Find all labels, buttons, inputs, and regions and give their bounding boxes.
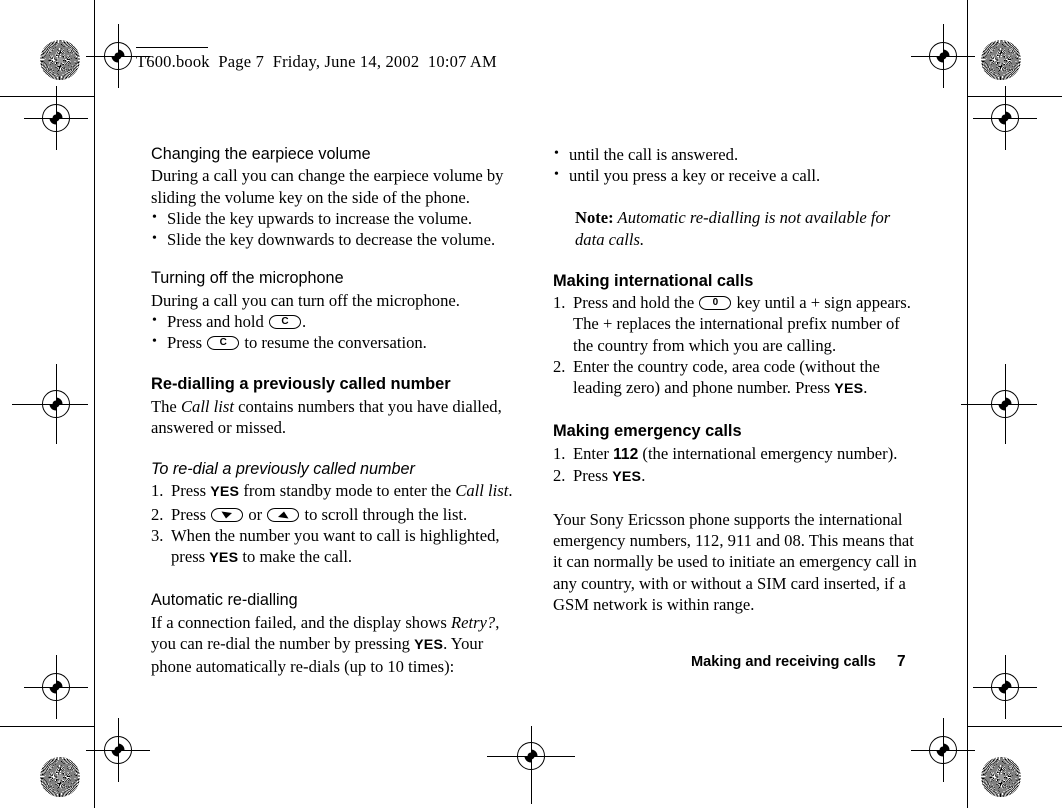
text-fragment: to resume the conversation. — [240, 333, 427, 353]
list-item: until the call is answered. — [553, 143, 917, 165]
list-item: Press C to resume the conversation. — [151, 331, 515, 353]
paragraph-earpiece-volume: During a call you can change the earpiec… — [151, 166, 504, 207]
emphasis-call-list: Call list — [455, 481, 509, 501]
text-fragment: from standby mode to enter the — [239, 481, 456, 501]
heading-re-dialling: Re-dialling a previously called number — [151, 375, 451, 394]
text-fragment: . — [863, 378, 868, 398]
subheading-to-re-dial: To re-dial a previously called number — [151, 460, 415, 479]
yes-key-label: YES — [414, 636, 444, 653]
zero-key-icon: 0 — [699, 296, 732, 311]
list-item: Enter 112 (the international emergency n… — [553, 443, 917, 465]
note-block: Note: Automatic re-dialling is not avail… — [553, 207, 917, 249]
note-label: Note: — [575, 208, 614, 228]
paragraph-automatic-re-dialling: If a connection failed, and the display … — [151, 612, 515, 678]
yes-key-label: YES — [210, 484, 240, 501]
numbered-list-re-dial: Press YES from standby mode to enter the… — [151, 480, 515, 569]
text-fragment: Press and hold the — [573, 293, 699, 313]
bullet-list-continued: until the call is answered. until you pr… — [553, 143, 917, 186]
text-fragment: . — [641, 465, 646, 485]
down-arrow-key-icon — [211, 507, 244, 522]
emphasis-retry: Retry? — [450, 612, 496, 632]
clear-key-icon: C — [207, 336, 240, 351]
bullet-list-earpiece: Slide the key upwards to increase the vo… — [151, 207, 515, 250]
right-column: until the call is answered. until you pr… — [553, 143, 917, 615]
heading-earpiece-volume: Changing the earpiece volume — [151, 145, 371, 163]
heading-international-calls: Making international calls — [553, 271, 754, 290]
text-fragment: Press — [167, 333, 207, 353]
list-item: When the number you want to call is high… — [151, 525, 515, 569]
text-fragment: . — [508, 481, 513, 501]
note-text: Automatic re-dialling is not available f… — [575, 208, 891, 249]
list-item: Slide the key upwards to increase the vo… — [151, 207, 515, 229]
emergency-number: 112 — [613, 445, 639, 463]
list-item: Slide the key downwards to decrease the … — [151, 228, 515, 250]
footer-section-title: Making and receiving calls — [691, 654, 876, 670]
text-fragment: Press — [171, 504, 211, 524]
list-item: Press YES from standby mode to enter the… — [151, 480, 515, 503]
heading-emergency-calls: Making emergency calls — [553, 422, 742, 441]
left-column: Changing the earpiece volume During a ca… — [151, 144, 515, 677]
text-fragment: to scroll through the list. — [300, 504, 468, 524]
text-fragment: to make the call. — [238, 547, 353, 567]
clear-key-icon: C — [268, 314, 301, 329]
bullet-list-microphone: Press and hold C. Press C to resume the … — [151, 310, 515, 353]
text-fragment: . — [301, 311, 307, 331]
up-arrow-key-icon — [267, 507, 300, 522]
text-fragment: The — [151, 396, 181, 416]
heading-turning-off-microphone: Turning off the microphone — [151, 269, 344, 288]
paragraph-call-list: The Call list contains numbers that you … — [151, 396, 515, 438]
list-item: Enter the country code, area code (witho… — [553, 356, 917, 400]
list-item: Press and hold C. — [151, 310, 515, 332]
list-item: until you press a key or receive a call. — [553, 164, 917, 186]
page-number: 7 — [897, 653, 906, 670]
text-fragment: Enter — [573, 443, 614, 463]
paragraph-microphone: During a call you can turn off the micro… — [151, 290, 460, 310]
text-fragment: Press — [171, 481, 211, 501]
emphasis-call-list: Call list — [180, 396, 234, 416]
text-fragment: Press and hold — [167, 311, 268, 331]
text-fragment: Press — [573, 465, 613, 485]
yes-key-label: YES — [209, 550, 239, 567]
numbered-list-international: Press and hold the 0 key until a + sign … — [553, 292, 917, 400]
heading-automatic-re-dialling: Automatic re-dialling — [151, 591, 298, 610]
yes-key-label: YES — [612, 468, 642, 485]
list-item: Press or to scroll through the list. — [151, 504, 515, 525]
yes-key-label: YES — [834, 381, 864, 398]
list-item: Press YES. — [553, 465, 917, 488]
text-fragment: (the international emergency number). — [638, 443, 898, 463]
text-fragment: or — [244, 504, 267, 524]
page-body: Changing the earpiece volume During a ca… — [0, 0, 1062, 808]
paragraph-emergency-support: Your Sony Ericsson phone supports the in… — [553, 510, 917, 614]
list-item: Press and hold the 0 key until a + sign … — [553, 292, 917, 356]
text-fragment: If a connection failed, and the display … — [151, 612, 451, 632]
numbered-list-emergency: Enter 112 (the international emergency n… — [553, 443, 917, 488]
